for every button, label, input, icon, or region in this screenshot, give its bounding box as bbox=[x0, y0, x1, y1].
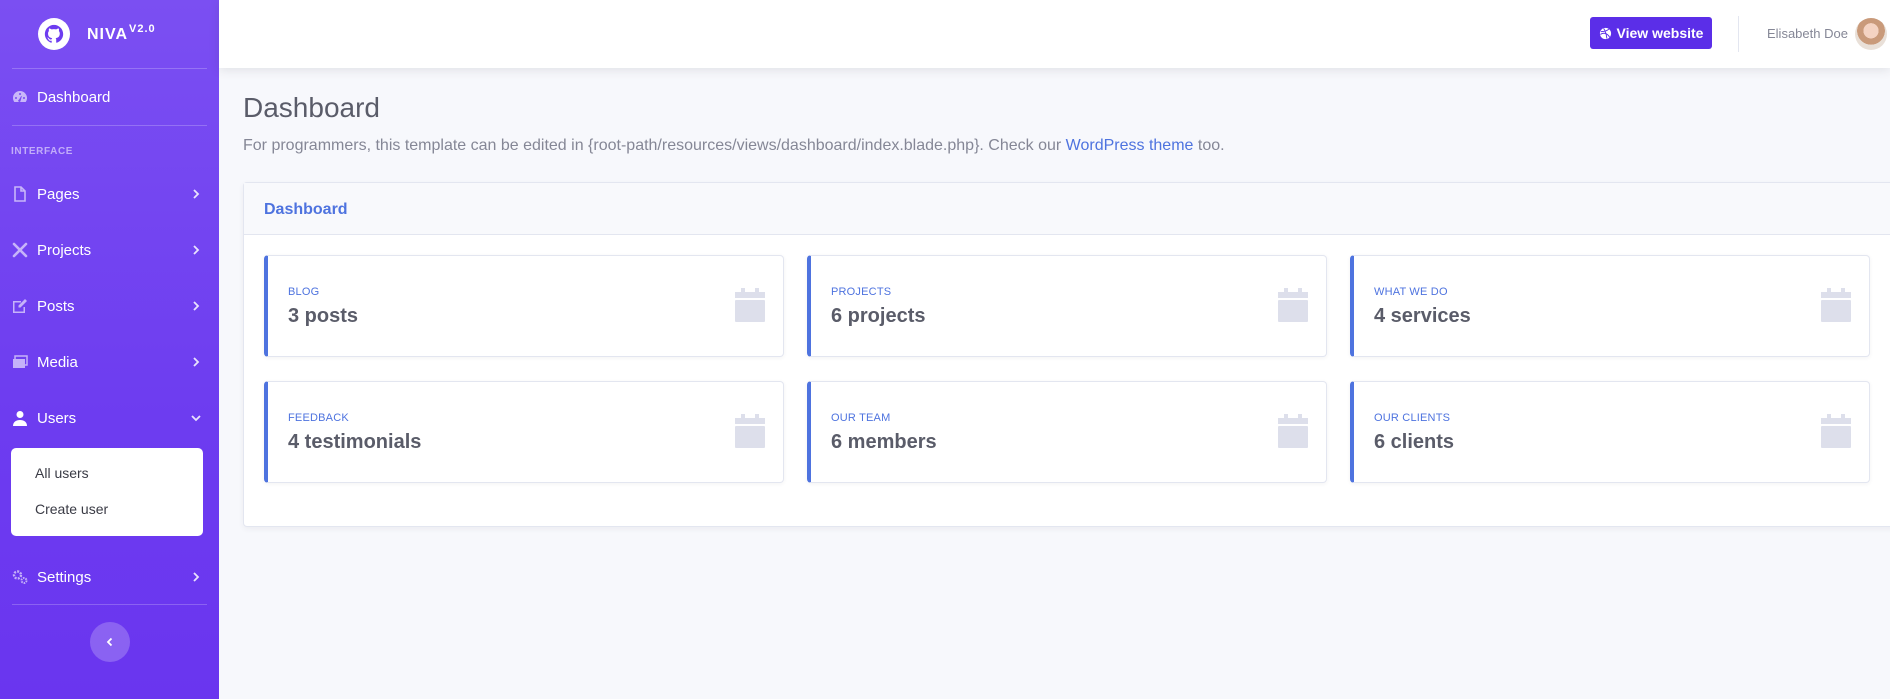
submenu-item-all-users[interactable]: All users bbox=[11, 456, 203, 492]
calendar-icon bbox=[735, 414, 765, 448]
stat-label: WHAT WE DO bbox=[1374, 286, 1448, 298]
sidebar-item-label: Settings bbox=[37, 568, 92, 586]
chevron-down-icon bbox=[191, 415, 201, 422]
brand-name: NIVAV2.0 bbox=[87, 23, 156, 43]
sidebar-item-posts[interactable]: Posts bbox=[0, 278, 219, 334]
edit-icon bbox=[12, 298, 28, 314]
sidebar-item-pages[interactable]: Pages bbox=[0, 166, 219, 222]
page-title: Dashboard bbox=[243, 92, 380, 123]
images-icon bbox=[12, 354, 28, 370]
sidebar: NIVAV2.0 Dashboard INTERFACE Pages Proje… bbox=[0, 0, 219, 699]
chevron-left-icon bbox=[106, 637, 112, 647]
users-submenu: All users Create user bbox=[11, 448, 203, 536]
page-description-suffix: too. bbox=[1193, 137, 1225, 154]
brand[interactable]: NIVAV2.0 bbox=[0, 0, 219, 68]
brand-version: V2.0 bbox=[129, 23, 156, 35]
octocat-icon bbox=[38, 18, 70, 50]
sidebar-item-label: Media bbox=[37, 353, 78, 371]
topbar: View website Elisabeth Doe bbox=[219, 0, 1890, 68]
stat-value: 6 projects bbox=[831, 305, 926, 327]
stat-card-projects[interactable]: PROJECTS 6 projects bbox=[807, 255, 1327, 357]
calendar-icon bbox=[1278, 288, 1308, 322]
stat-card-what-we-do[interactable]: WHAT WE DO 4 services bbox=[1350, 255, 1870, 357]
sidebar-toggle-wrap bbox=[0, 605, 219, 662]
sidebar-toggle-button[interactable] bbox=[89, 622, 130, 662]
sidebar-item-projects[interactable]: Projects bbox=[0, 222, 219, 278]
user-name[interactable]: Elisabeth Doe bbox=[1767, 26, 1848, 41]
sidebar-item-dashboard[interactable]: Dashboard bbox=[0, 69, 219, 125]
view-website-button[interactable]: View website bbox=[1590, 17, 1712, 49]
sidebar-item-settings[interactable]: Settings bbox=[0, 550, 219, 604]
user-icon bbox=[12, 410, 28, 426]
calendar-icon bbox=[735, 288, 765, 322]
page-description: For programmers, this template can be ed… bbox=[243, 137, 1225, 155]
stat-value: 6 clients bbox=[1374, 431, 1455, 453]
stat-label: PROJECTS bbox=[831, 286, 892, 298]
stat-card-our-clients[interactable]: OUR CLIENTS 6 clients bbox=[1350, 381, 1870, 483]
stat-value: 6 members bbox=[831, 431, 937, 453]
sidebar-heading: INTERFACE bbox=[11, 146, 74, 157]
sidebar-item-users[interactable]: Users bbox=[0, 390, 219, 446]
stat-value: 3 posts bbox=[288, 305, 359, 327]
chevron-right-icon bbox=[193, 572, 200, 582]
view-website-label: View website bbox=[1616, 25, 1704, 41]
topbar-divider bbox=[1738, 16, 1739, 52]
calendar-icon bbox=[1821, 414, 1851, 448]
chevron-right-icon bbox=[193, 189, 200, 199]
stat-card-our-team[interactable]: OUR TEAM 6 members bbox=[807, 381, 1327, 483]
sidebar-item-label: Projects bbox=[37, 241, 92, 259]
cogs-icon bbox=[12, 569, 28, 585]
tachometer-icon bbox=[12, 89, 28, 105]
stat-label: OUR CLIENTS bbox=[1374, 412, 1451, 424]
dribbble-icon bbox=[1599, 27, 1611, 39]
calendar-icon bbox=[1821, 288, 1851, 322]
sidebar-item-label: Dashboard bbox=[37, 88, 111, 106]
calendar-icon bbox=[1278, 414, 1308, 448]
file-icon bbox=[12, 186, 28, 202]
stat-label: BLOG bbox=[288, 286, 320, 298]
chevron-right-icon bbox=[193, 357, 200, 367]
card-header: Dashboard bbox=[244, 183, 1890, 235]
avatar[interactable] bbox=[1855, 18, 1887, 50]
wordpress-theme-link[interactable]: WordPress theme bbox=[1066, 137, 1194, 154]
page-description-text: For programmers, this template can be ed… bbox=[243, 137, 1066, 154]
stat-card-feedback[interactable]: FEEDBACK 4 testimonials bbox=[264, 381, 784, 483]
chevron-right-icon bbox=[193, 245, 200, 255]
chevron-right-icon bbox=[193, 301, 200, 311]
sidebar-item-media[interactable]: Media bbox=[0, 334, 219, 390]
stat-label: FEEDBACK bbox=[288, 412, 349, 424]
sidebar-item-label: Pages bbox=[37, 185, 80, 203]
tools-icon bbox=[12, 242, 28, 258]
stat-value: 4 services bbox=[1374, 305, 1471, 327]
sidebar-item-label: Users bbox=[37, 409, 77, 427]
stat-value: 4 testimonials bbox=[288, 431, 422, 453]
submenu-item-create-user[interactable]: Create user bbox=[11, 492, 203, 528]
stat-label: OUR TEAM bbox=[831, 412, 891, 424]
dashboard-card: Dashboard BLOG 3 posts PROJECTS 6 projec… bbox=[243, 182, 1890, 527]
stat-card-blog[interactable]: BLOG 3 posts bbox=[264, 255, 784, 357]
sidebar-item-label: Posts bbox=[37, 297, 75, 315]
